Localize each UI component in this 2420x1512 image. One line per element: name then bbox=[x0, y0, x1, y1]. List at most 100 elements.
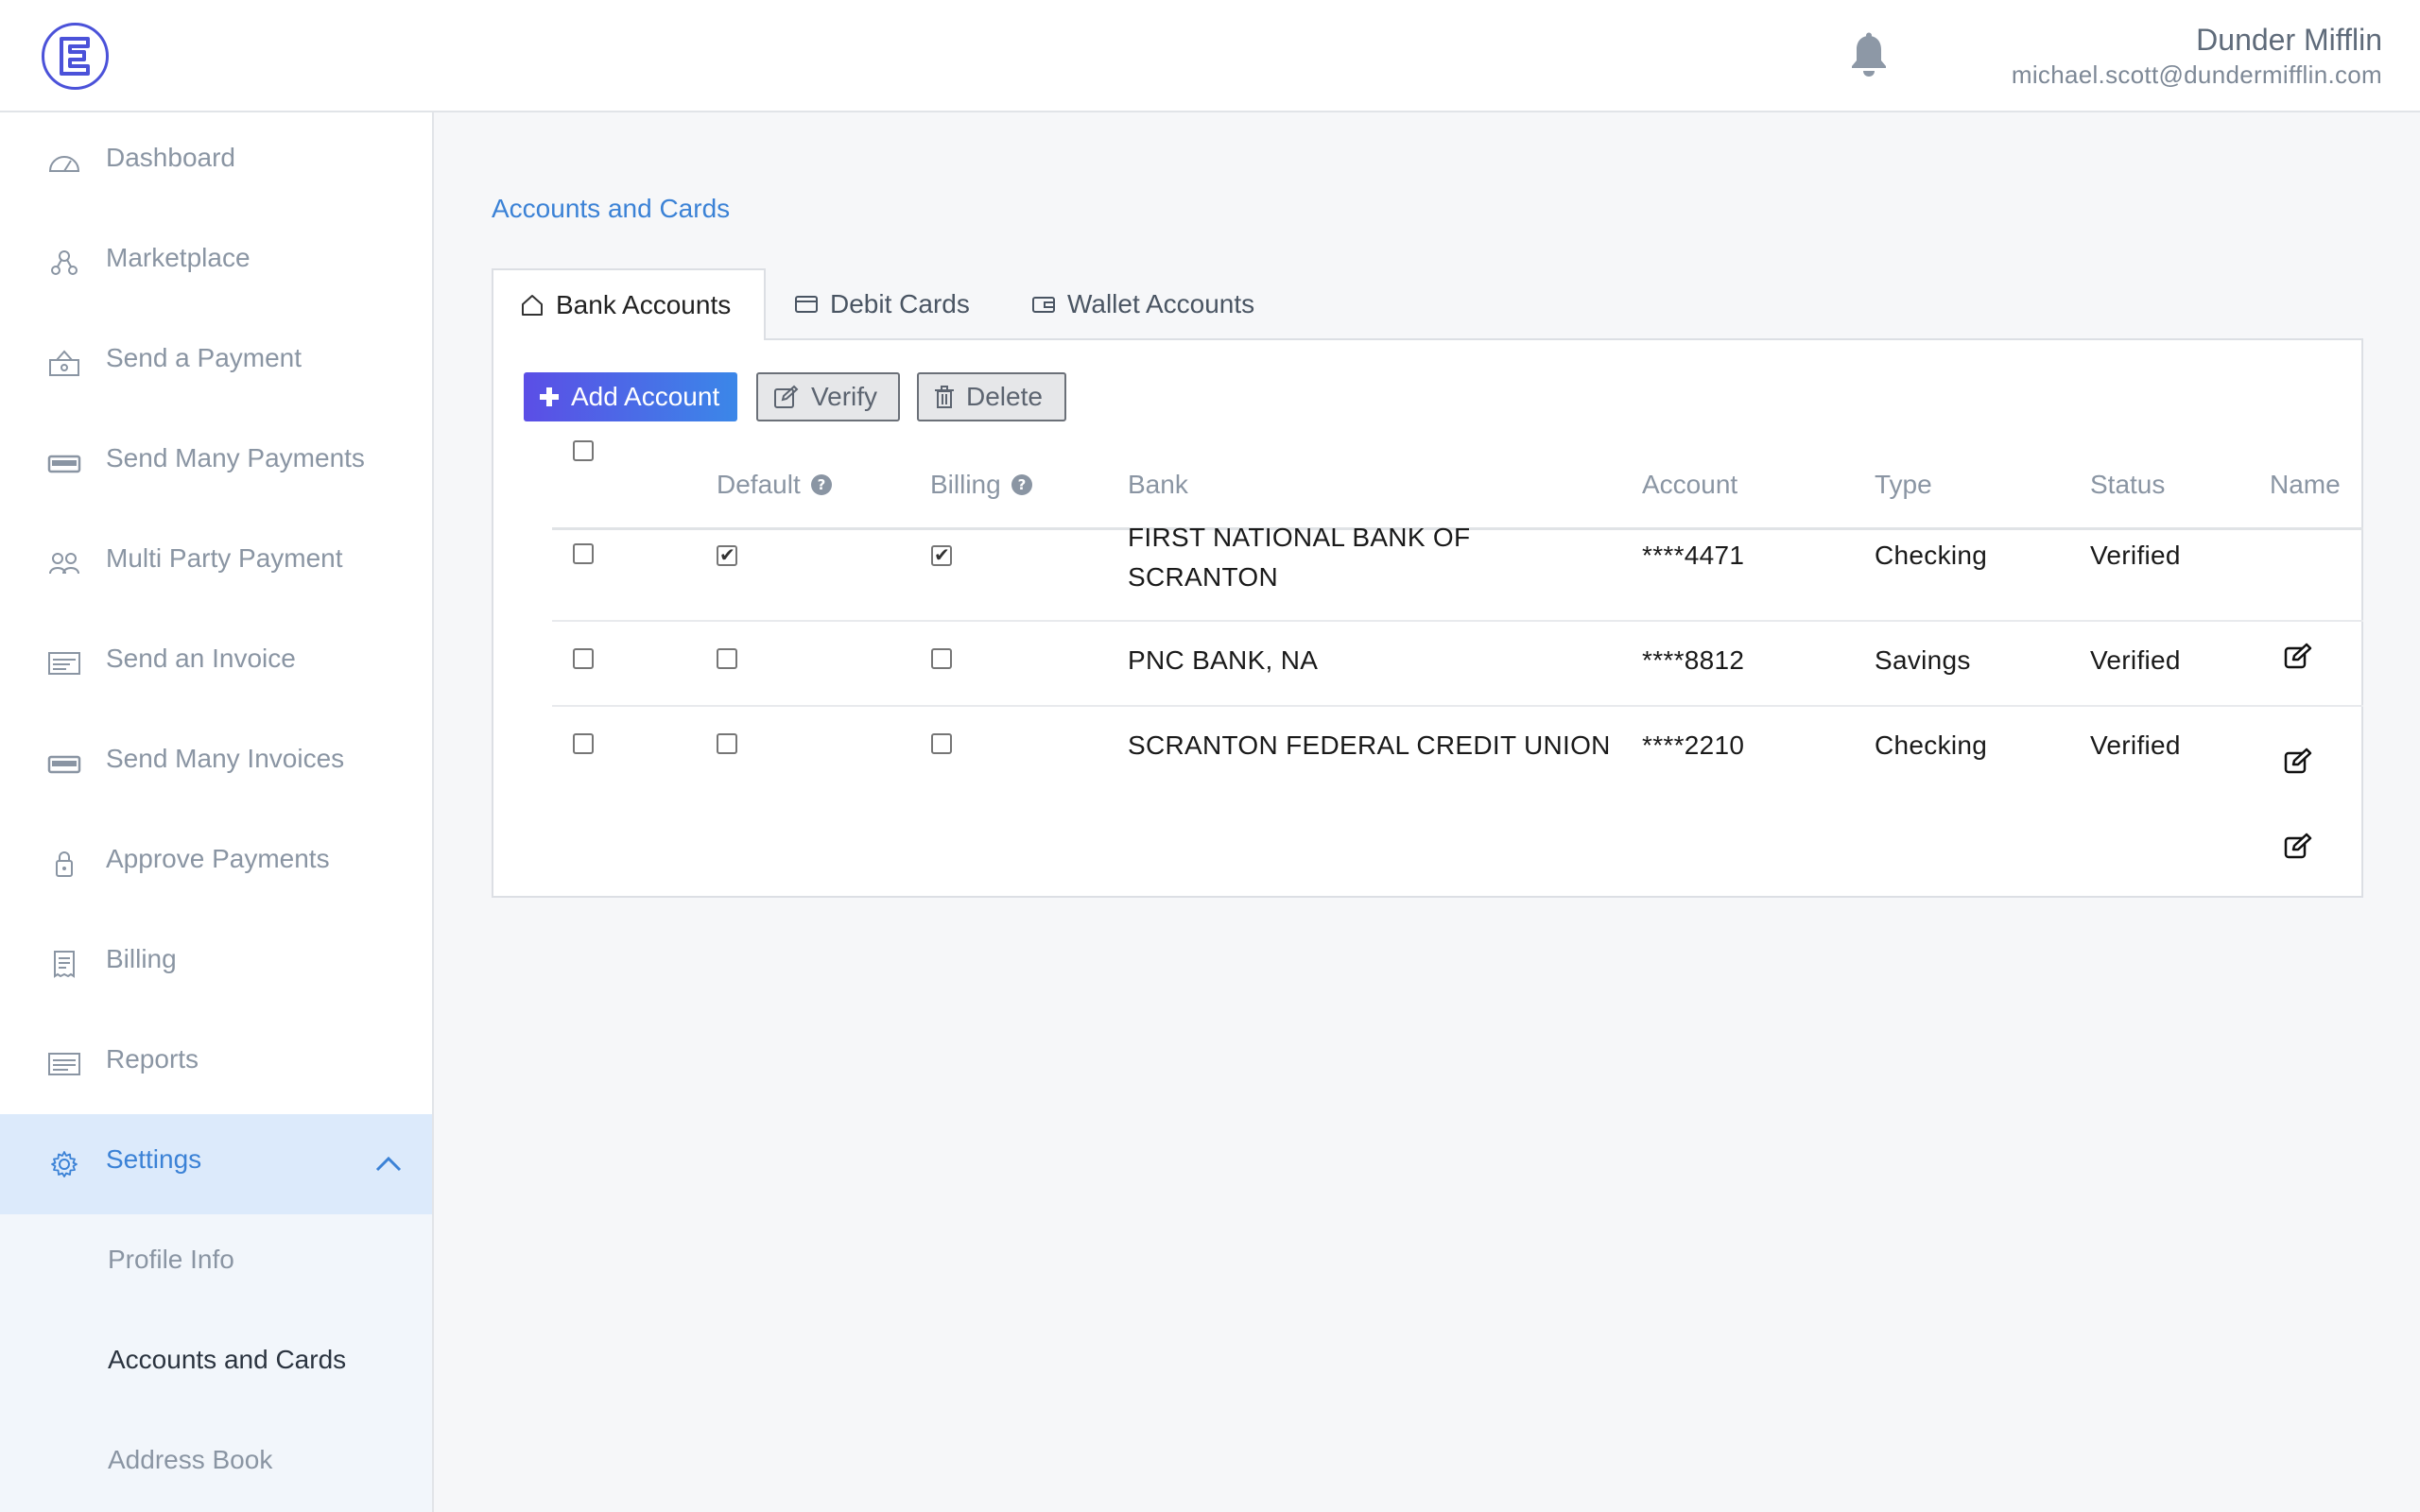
sidebar-item-send-many-payments[interactable]: Send Many Payments bbox=[0, 413, 432, 513]
trash-icon bbox=[935, 386, 954, 408]
row-divider bbox=[552, 705, 2363, 707]
delete-label: Delete bbox=[966, 382, 1043, 411]
bank-name: SCRANTON FEDERAL CREDIT UNION bbox=[1128, 730, 1611, 760]
sidebar-item-label: Reports bbox=[106, 1044, 199, 1074]
column-header-name[interactable]: Name bbox=[2270, 442, 2341, 527]
sidebar-item-send-payment[interactable]: Send a Payment bbox=[0, 313, 432, 413]
row-select-checkbox[interactable] bbox=[573, 733, 594, 754]
row-select-checkbox[interactable] bbox=[573, 543, 594, 564]
sidebar-item-marketplace[interactable]: Marketplace bbox=[0, 213, 432, 313]
sidebar-item-label: Settings bbox=[106, 1144, 202, 1174]
tab-bank-accounts[interactable]: Bank Accounts bbox=[492, 268, 766, 340]
submenu-item-accounts-and-cards[interactable]: Accounts and Cards bbox=[108, 1345, 346, 1375]
billing-checkbox[interactable] bbox=[931, 648, 952, 669]
billing-checkbox[interactable] bbox=[931, 733, 952, 754]
sidebar-item-approve-payments[interactable]: Approve Payments bbox=[0, 814, 432, 914]
column-header-account[interactable]: Account bbox=[1642, 442, 1737, 527]
row-divider bbox=[552, 620, 2363, 622]
dashboard-gauge-icon bbox=[48, 156, 80, 172]
organization-name: Dunder Mifflin bbox=[2196, 23, 2382, 57]
reports-icon bbox=[48, 1053, 80, 1075]
plus-icon bbox=[540, 387, 559, 406]
bank-name: FIRST NATIONAL BANK OF SCRANTON bbox=[1128, 523, 1471, 592]
card-icon bbox=[795, 296, 818, 313]
default-checkbox[interactable] bbox=[717, 733, 737, 754]
delete-button[interactable]: Delete bbox=[917, 372, 1066, 421]
sidebar-item-dashboard[interactable]: Dashboard bbox=[0, 112, 432, 213]
account-status: Verified bbox=[2090, 541, 2181, 570]
help-circle-icon[interactable]: ? bbox=[810, 473, 833, 496]
send-many-payments-icon bbox=[47, 455, 81, 473]
tab-debit-cards[interactable]: Debit Cards bbox=[794, 268, 970, 340]
wallet-icon bbox=[1032, 297, 1055, 313]
home-icon bbox=[522, 295, 543, 316]
account-status: Verified bbox=[2090, 645, 2181, 675]
column-header-default[interactable]: Default ? bbox=[717, 442, 833, 527]
invoice-icon bbox=[48, 652, 80, 675]
sidebar-item-multi-party-payment[interactable]: Multi Party Payment bbox=[0, 513, 432, 613]
verify-label: Verify bbox=[811, 382, 878, 411]
sidebar-item-label: Send a Payment bbox=[106, 343, 302, 372]
default-checkbox[interactable] bbox=[717, 648, 737, 669]
sidebar-item-label: Dashboard bbox=[106, 143, 235, 172]
column-header-billing[interactable]: Billing ? bbox=[930, 442, 1033, 527]
sidebar-item-label: Approve Payments bbox=[106, 844, 330, 873]
marketplace-nodes-icon bbox=[51, 250, 78, 275]
sidebar-item-send-invoice[interactable]: Send an Invoice bbox=[0, 613, 432, 713]
sidebar-item-label: Send an Invoice bbox=[106, 644, 296, 673]
submenu-item-address-book[interactable]: Address Book bbox=[108, 1445, 272, 1475]
account-status: Verified bbox=[2090, 730, 2181, 760]
gear-icon bbox=[51, 1151, 78, 1177]
verify-button[interactable]: Verify bbox=[756, 372, 900, 421]
account-type: Checking bbox=[1875, 541, 1988, 570]
account-number: ****4471 bbox=[1642, 541, 1745, 570]
settings-submenu: Profile Info Accounts and Cards Address … bbox=[0, 1214, 432, 1512]
sidebar-item-reports[interactable]: Reports bbox=[0, 1014, 432, 1114]
submenu-item-profile-info[interactable]: Profile Info bbox=[108, 1245, 234, 1275]
sidebar-item-billing[interactable]: Billing bbox=[0, 914, 432, 1014]
sidebar-item-label: Send Many Invoices bbox=[106, 744, 345, 773]
sidebar-item-label: Send Many Payments bbox=[106, 443, 365, 472]
account-number: ****2210 bbox=[1642, 730, 1745, 760]
sidebar-item-label: Billing bbox=[106, 944, 177, 973]
bank-accounts-panel: Add Account Verify Delete Default ? Bill… bbox=[492, 338, 2363, 898]
chevron-up-icon[interactable] bbox=[373, 1149, 404, 1179]
svg-text:?: ? bbox=[1017, 476, 1026, 493]
tab-label: Bank Accounts bbox=[556, 290, 732, 319]
add-account-button[interactable]: Add Account bbox=[524, 372, 737, 421]
account-type: Checking bbox=[1875, 730, 1988, 760]
default-checkbox[interactable] bbox=[717, 543, 737, 566]
column-header-type[interactable]: Type bbox=[1875, 442, 1932, 527]
bank-name: PNC BANK, NA bbox=[1128, 645, 1319, 675]
many-invoices-icon bbox=[47, 755, 81, 774]
account-number: ****8812 bbox=[1642, 645, 1745, 675]
tab-wallet-accounts[interactable]: Wallet Accounts bbox=[1031, 268, 1254, 340]
billing-checkbox[interactable] bbox=[931, 543, 952, 566]
account-type: Savings bbox=[1875, 645, 1971, 675]
app-logo-icon[interactable] bbox=[41, 22, 110, 91]
edit-name-icon[interactable] bbox=[2284, 643, 2312, 671]
sidebar: Dashboard Marketplace Send a Payment Sen… bbox=[0, 112, 434, 1512]
row-select-checkbox[interactable] bbox=[573, 648, 594, 669]
page-title: Accounts and Cards bbox=[492, 194, 731, 223]
edit-name-icon[interactable] bbox=[2284, 747, 2312, 776]
help-circle-icon[interactable]: ? bbox=[1011, 473, 1033, 496]
sidebar-item-settings[interactable]: Settings bbox=[0, 1114, 432, 1214]
edit-icon bbox=[774, 385, 799, 408]
svg-text:?: ? bbox=[817, 476, 825, 493]
user-email: michael.scott@dundermifflin.com bbox=[2011, 60, 2382, 89]
column-header-bank[interactable]: Bank bbox=[1128, 442, 1188, 527]
select-all-checkbox[interactable] bbox=[573, 440, 594, 461]
send-payment-icon bbox=[49, 350, 79, 376]
notification-bell-icon[interactable] bbox=[1848, 32, 1890, 77]
sidebar-item-label: Multi Party Payment bbox=[106, 543, 343, 573]
lock-icon bbox=[56, 851, 73, 877]
tab-label: Wallet Accounts bbox=[1067, 289, 1255, 318]
multi-party-icon bbox=[49, 553, 79, 575]
edit-name-icon[interactable] bbox=[2284, 833, 2312, 861]
top-bar: Dunder Mifflin michael.scott@dundermiffl… bbox=[0, 0, 2420, 112]
column-header-status[interactable]: Status bbox=[2090, 442, 2165, 527]
receipt-icon bbox=[54, 951, 75, 978]
tab-label: Debit Cards bbox=[830, 289, 970, 318]
sidebar-item-send-many-invoices[interactable]: Send Many Invoices bbox=[0, 713, 432, 814]
